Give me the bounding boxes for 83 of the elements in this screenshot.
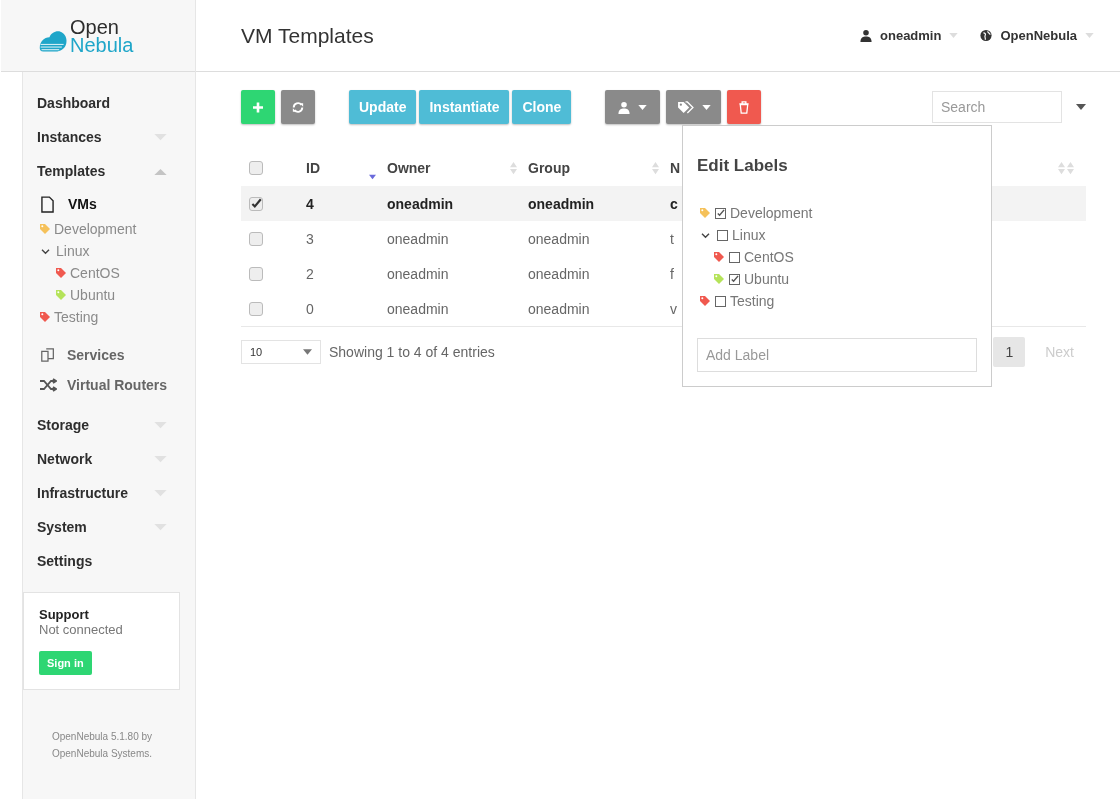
label-checkbox[interactable] xyxy=(717,229,728,241)
column-header[interactable]: Group xyxy=(528,160,570,176)
column-header[interactable]: ID xyxy=(306,160,320,176)
file-icon xyxy=(41,195,54,213)
table-cell: 2 xyxy=(306,265,314,282)
table-cell: oneadmin xyxy=(387,195,454,212)
support-title: Support xyxy=(39,607,89,622)
nav-item[interactable]: Templates xyxy=(37,163,106,179)
page-size-select[interactable]: 10 xyxy=(241,340,321,364)
table-cell: v xyxy=(670,300,677,317)
chevron-icon[interactable] xyxy=(701,231,710,239)
version-text: OpenNebula 5.1.80 by OpenNebula Systems. xyxy=(50,730,154,761)
add-label-field[interactable]: Add Label xyxy=(697,338,977,372)
dropdown-caret-icon[interactable] xyxy=(1076,104,1086,110)
caret-icon xyxy=(949,33,959,38)
shuffle-icon xyxy=(39,377,57,393)
table-cell: oneadmin xyxy=(528,265,590,282)
popup-title: Edit Labels xyxy=(697,156,789,176)
label-checkbox[interactable] xyxy=(715,207,726,219)
table-cell: 0 xyxy=(306,300,314,317)
label-checkbox[interactable] xyxy=(715,295,726,307)
refresh-button[interactable] xyxy=(281,90,315,124)
table-cell: oneadmin xyxy=(528,300,590,317)
select-all-checkbox[interactable] xyxy=(249,161,263,175)
table-cell: t xyxy=(670,230,674,247)
pagination-button[interactable]: 1 xyxy=(993,337,1026,367)
table-cell: oneadmin xyxy=(528,230,590,247)
zone-menu[interactable]: OpenNebula xyxy=(980,28,1094,43)
user-menu[interactable]: oneadmin xyxy=(860,28,959,43)
column-header[interactable]: N xyxy=(670,160,681,176)
label-option[interactable]: Ubuntu xyxy=(744,271,790,287)
label-option[interactable]: Linux xyxy=(732,227,766,243)
table-cell: 4 xyxy=(306,195,314,212)
row-checkbox[interactable] xyxy=(249,301,263,316)
table-cell: oneadmin xyxy=(528,195,595,212)
logo-text: Open xyxy=(70,17,119,36)
caret-icon xyxy=(638,104,648,110)
owner-menu-button[interactable] xyxy=(605,90,661,124)
label-option[interactable]: CentOS xyxy=(744,249,794,265)
nav-item[interactable]: System xyxy=(37,519,87,535)
delete-button[interactable] xyxy=(727,90,762,124)
nav-item[interactable]: Dashboard xyxy=(37,95,111,111)
row-checkbox[interactable] xyxy=(249,266,263,281)
label-checkbox[interactable] xyxy=(729,273,740,285)
trash-icon xyxy=(738,100,751,114)
nav-item[interactable]: Storage xyxy=(37,417,90,433)
nav-subitem[interactable]: VMs xyxy=(68,196,97,212)
nav-item[interactable]: Instances xyxy=(37,129,102,145)
row-checkbox[interactable] xyxy=(249,231,263,246)
table-cell: f xyxy=(670,265,674,282)
table-cell: c xyxy=(670,195,678,212)
nav-item[interactable]: Infrastructure xyxy=(37,485,129,501)
table-cell: oneadmin xyxy=(387,230,449,247)
column-header[interactable]: Owner xyxy=(387,160,431,176)
user-icon xyxy=(618,100,631,114)
globe-icon xyxy=(980,29,993,42)
nav-subitem[interactable]: Services xyxy=(67,347,125,363)
refresh-icon xyxy=(292,100,304,114)
entries-info: Showing 1 to 4 of 4 entries xyxy=(329,344,495,360)
tags-icon xyxy=(676,100,694,114)
page-title: VM Templates xyxy=(241,23,375,48)
create-button[interactable] xyxy=(241,90,275,124)
plus-icon xyxy=(252,100,264,114)
chevron-icon[interactable] xyxy=(41,247,50,255)
nav-subitem[interactable]: Virtual Routers xyxy=(67,377,168,393)
table-cell: oneadmin xyxy=(387,300,449,317)
labels-menu-button[interactable] xyxy=(666,90,722,124)
caret-icon xyxy=(701,104,711,110)
copy-icon xyxy=(39,347,57,363)
nav-item[interactable]: Settings xyxy=(37,553,93,569)
row-checkbox[interactable] xyxy=(249,196,263,211)
label-checkbox[interactable] xyxy=(729,251,740,263)
label-option[interactable]: Testing xyxy=(730,293,775,309)
caret-icon xyxy=(303,349,312,355)
user-icon xyxy=(860,29,872,42)
table-cell: 3 xyxy=(306,230,314,247)
table-cell: oneadmin xyxy=(387,265,449,282)
label-option[interactable]: Development xyxy=(730,205,813,221)
collapse-caret-icon[interactable] xyxy=(154,167,167,175)
support-status: Not connected xyxy=(39,622,123,637)
search-field[interactable]: Search xyxy=(932,91,1062,123)
caret-icon xyxy=(1085,33,1094,38)
nav-item[interactable]: Network xyxy=(37,451,93,467)
